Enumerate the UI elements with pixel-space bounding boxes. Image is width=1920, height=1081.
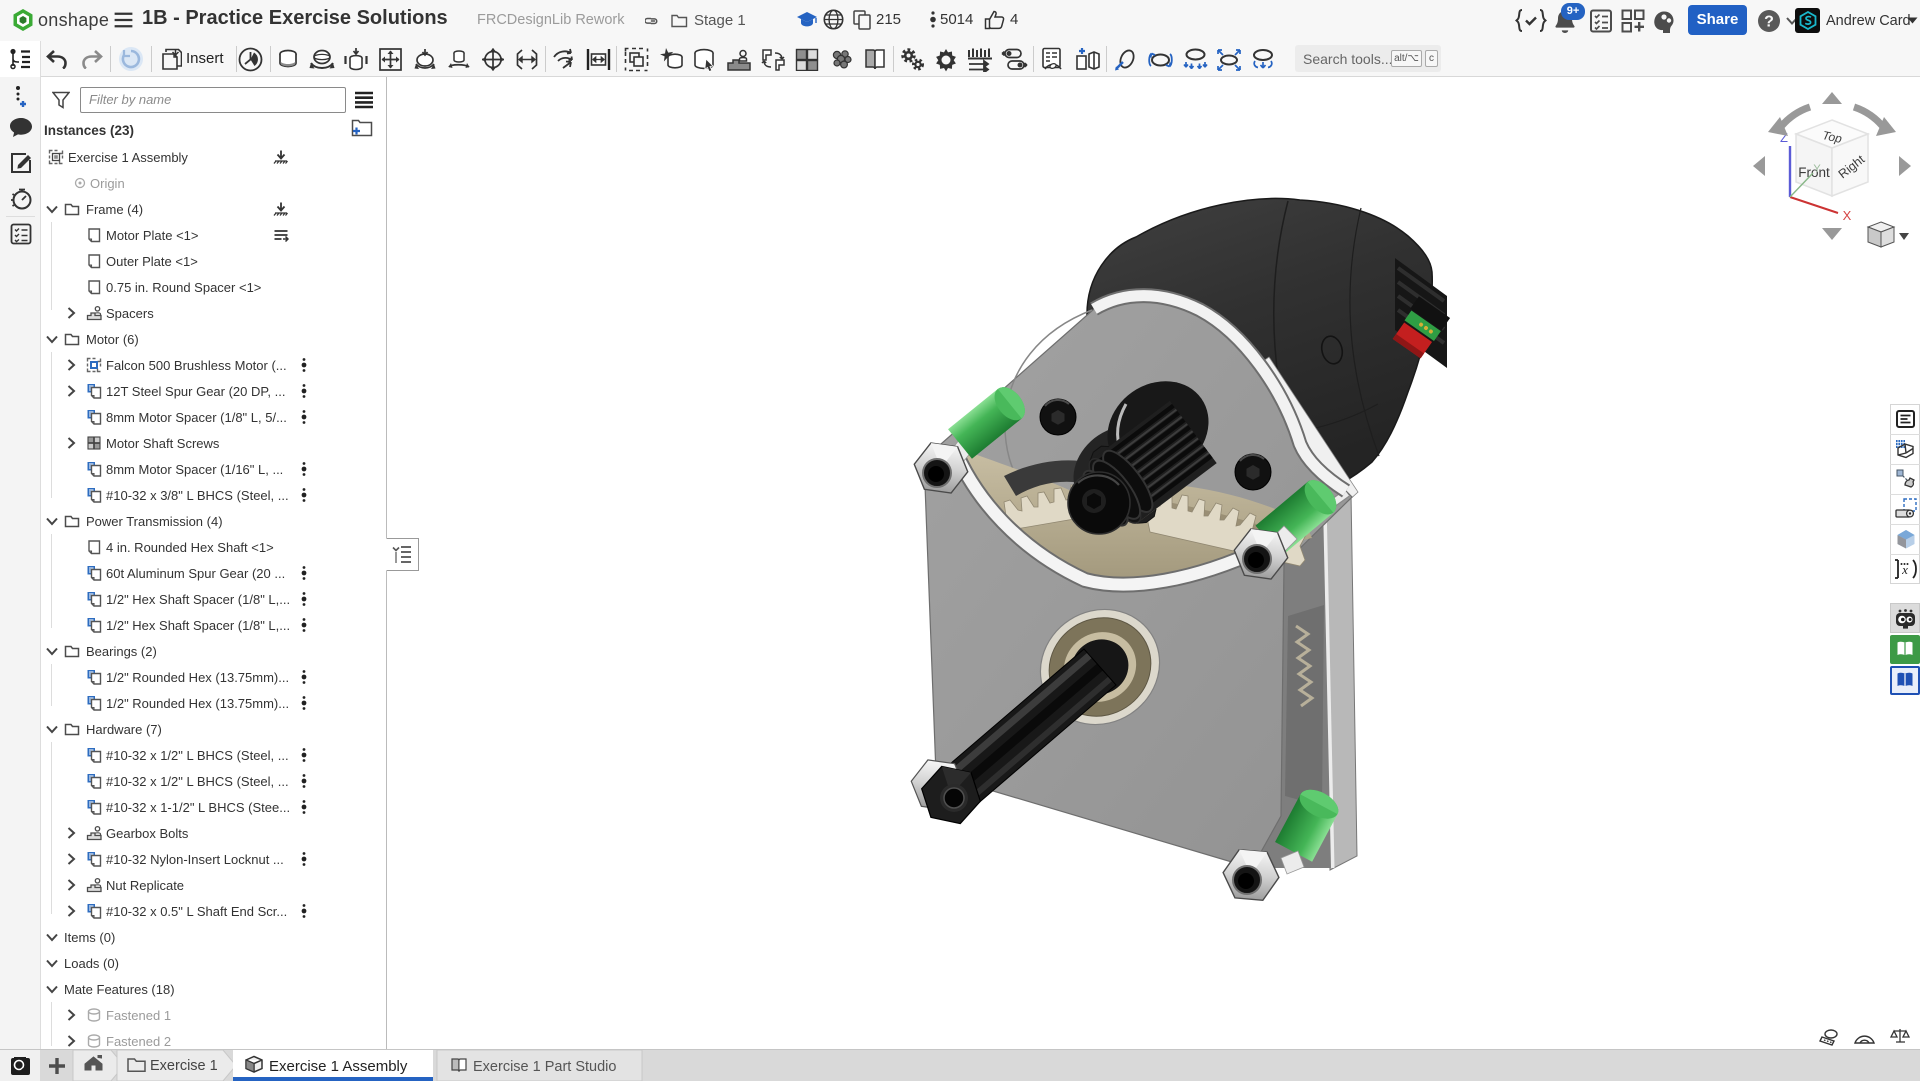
svg-text:Y: Y (1813, 163, 1821, 175)
svg-text:Exercise 1 Part Studio: Exercise 1 Part Studio (473, 1059, 616, 1075)
svg-text:?: ? (1764, 14, 1774, 31)
svg-text:Exercise 1 Assembly: Exercise 1 Assembly (269, 1058, 408, 1075)
svg-text:X: X (1843, 208, 1852, 223)
svg-text:Exercise 1: Exercise 1 (150, 1058, 218, 1074)
